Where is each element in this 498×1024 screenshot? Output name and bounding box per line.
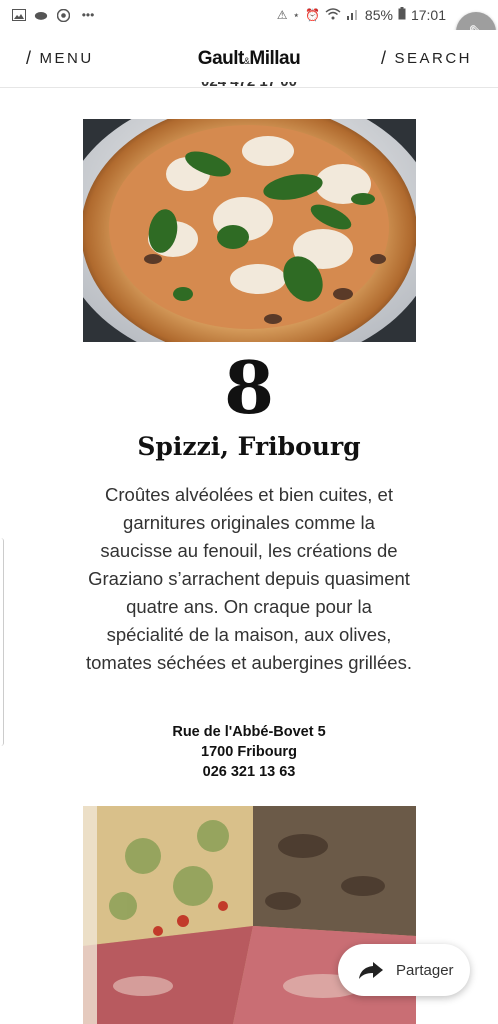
search-button[interactable]: / SEARCH bbox=[381, 48, 472, 69]
brand-part-2: Millau bbox=[249, 47, 301, 69]
menu-button[interactable]: / MENU bbox=[26, 48, 94, 69]
share-arrow-icon bbox=[359, 962, 383, 979]
cloud-icon bbox=[34, 9, 48, 21]
image-icon bbox=[12, 9, 26, 21]
status-bar: ••• ⚠ ⋆ ⏰ 85% 17:01 bbox=[0, 0, 498, 30]
bluetooth-icon: ⋆ bbox=[292, 8, 300, 22]
share-label: Partager bbox=[396, 961, 454, 979]
battery-icon bbox=[398, 7, 406, 23]
brand-part-1: Gault bbox=[197, 47, 245, 69]
share-button[interactable]: Partager bbox=[338, 944, 470, 996]
status-time: 17:01 bbox=[410, 7, 446, 23]
brand-logo[interactable]: Gault&Millau bbox=[197, 47, 301, 70]
edge-panel-handle[interactable] bbox=[0, 538, 4, 746]
address-city: 1700 Fribourg bbox=[201, 744, 297, 760]
phone-number[interactable]: 026 321 13 63 bbox=[0, 762, 498, 782]
alarm-icon: ⏰ bbox=[304, 8, 320, 22]
battery-percent: 85% bbox=[364, 7, 393, 23]
previous-phone-partial: 024 472 17 00 bbox=[0, 82, 498, 90]
chrome-icon bbox=[56, 8, 70, 22]
slash-icon: / bbox=[380, 48, 389, 68]
pizza-image-spizzi bbox=[83, 119, 416, 342]
search-label: SEARCH bbox=[394, 50, 472, 67]
warning-icon: ⚠ bbox=[276, 8, 288, 22]
restaurant-address: Rue de l'Abbé-Bovet 5 1700 Fribourg 026 … bbox=[0, 722, 498, 782]
menu-label: MENU bbox=[39, 50, 94, 67]
status-left: ••• bbox=[12, 8, 98, 22]
more-icon: ••• bbox=[81, 8, 95, 22]
restaurant-description: Croûtes alvéolées et bien cuites, et gar… bbox=[86, 484, 412, 673]
wifi-icon bbox=[325, 7, 341, 23]
status-right: ⚠ ⋆ ⏰ 85% 17:01 bbox=[277, 7, 486, 23]
site-header: / MENU Gault&Millau / SEARCH bbox=[0, 30, 498, 88]
rank-number: 8 bbox=[223, 345, 275, 430]
address-street: Rue de l'Abbé-Bovet 5 bbox=[172, 724, 326, 740]
slash-icon: / bbox=[26, 48, 34, 68]
signal-icon bbox=[346, 8, 360, 23]
restaurant-name: Spizzi, Fribourg bbox=[137, 432, 361, 461]
